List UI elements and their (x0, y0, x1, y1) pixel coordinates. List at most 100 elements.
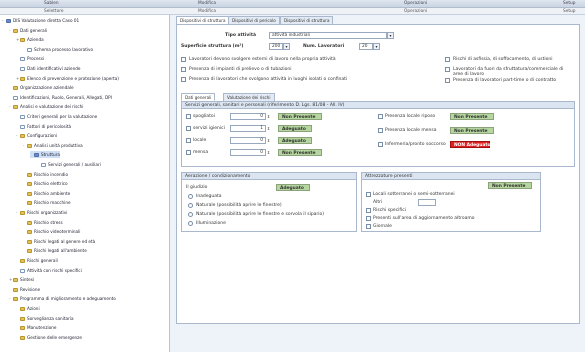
servizi-check-2[interactable] (186, 138, 191, 143)
stepper-icon[interactable]: ⇕ (266, 113, 271, 120)
check-isolati[interactable] (181, 77, 186, 82)
stepper-icon[interactable]: ⇕ (266, 149, 271, 156)
tree-item[interactable]: Dati identificativi aziende (16, 65, 80, 72)
tab-dispositivi-struttura-2[interactable]: Dispositivi di struttura (280, 16, 334, 24)
tree-item[interactable]: Rischio stress (23, 219, 63, 226)
aerazione-option-3[interactable] (188, 221, 193, 226)
check-asfissia[interactable] (445, 57, 450, 62)
tree-item-label: Sorveglianza sanitaria (27, 315, 74, 321)
tree-item[interactable]: Sorveglianza sanitaria (16, 315, 74, 322)
tree-item[interactable]: Servizi generali / ausiliari (37, 161, 101, 168)
tree-item[interactable]: Rischio videoterminali (23, 228, 80, 235)
tree-item[interactable]: + Azienda (16, 36, 44, 43)
attrezzature-check-0[interactable] (366, 192, 371, 197)
subtab-dati-generali[interactable]: Dati generali (181, 93, 216, 101)
servizi-count-3[interactable]: 0 (230, 149, 266, 156)
tree-item[interactable]: Processi (16, 55, 44, 62)
attrezzature-status: Non Presente (488, 182, 532, 189)
tree-item[interactable]: - Dati generali (9, 27, 47, 34)
tree-item[interactable]: Gestione delle emergenze (16, 334, 82, 341)
tree-item-label: Rischi generali (27, 258, 58, 263)
tab-dispositivi-struttura[interactable]: Dispositivi di struttura (176, 16, 230, 24)
right-label-0: Presenza locale riposo (385, 114, 436, 119)
tree-item-label: Sintesi (20, 277, 35, 283)
superficie-field[interactable]: 200 (269, 43, 283, 50)
tree-item[interactable]: Attività con rischi specifici (16, 267, 82, 274)
tree-item[interactable]: Fattori di pericolosità (16, 123, 71, 130)
tree-item-label: Programma di miglioramento e adeguamento (20, 296, 116, 302)
servizi-label-2: locale (193, 138, 207, 143)
ribbon-label-modifica[interactable]: Modifica (198, 1, 216, 6)
tree-item[interactable]: - Analisi e valutazione dei rischi (9, 103, 83, 110)
check-prelievo[interactable] (181, 67, 186, 72)
group-attrezzature: Attrezzature presenti Non Presente Local… (361, 172, 541, 232)
subtab-valutazione[interactable]: Valutazione dei rischi (223, 93, 275, 101)
check-part-time[interactable] (445, 78, 450, 83)
attrezzature-field[interactable] (418, 199, 436, 206)
right-status-2: NON Adeguato (450, 141, 490, 148)
tree-item[interactable]: - Programma di miglioramento e adeguament… (9, 295, 116, 302)
servizi-count-0[interactable]: 0 (230, 113, 266, 120)
tipo-attivita-field[interactable]: attività industriali (269, 32, 387, 39)
tree-item[interactable]: Manutenzione (16, 324, 57, 331)
num-lavoratori-dropdown-icon[interactable]: ▾ (373, 43, 380, 50)
tree-item[interactable]: Criteri generali per la valutazione (16, 113, 97, 120)
right-status-0: Non Presente (450, 113, 494, 120)
attrezzature-option-2: Rischi specifici (373, 208, 406, 213)
tree-item[interactable]: - Analisi unità produttiva (23, 142, 83, 149)
servizi-status-1: Adeguato (278, 125, 312, 132)
tree-item-label: Rischi legati al genere ed età (34, 238, 96, 244)
tree-item-label: Analisi unità produttiva (34, 142, 83, 148)
attrezzature-check-4[interactable] (366, 224, 371, 229)
document-icon (20, 124, 25, 129)
tree-item[interactable]: Rischio incendio (23, 171, 68, 178)
right-check-0[interactable] (378, 114, 383, 119)
tree-item[interactable]: Revisione (9, 286, 40, 293)
check-asfissia-label: Rischi di asfissia, di soffocamento, di … (453, 57, 553, 62)
aerazione-option-0[interactable] (188, 194, 193, 199)
stepper-icon[interactable]: ⇕ (266, 125, 271, 132)
tree-item[interactable]: Identificazioni, Ruolo, Generali, Allega… (9, 94, 112, 101)
servizi-count-1[interactable]: 1 (230, 125, 266, 132)
tree-item[interactable]: Azioni (16, 305, 40, 312)
tab-dispositivi-pericolo[interactable]: Dispositivi di pericolo (228, 16, 280, 24)
aerazione-option-1[interactable] (188, 203, 193, 208)
tree-item[interactable]: - Rischi organizzativi (16, 209, 67, 216)
tree-item[interactable]: Rischi legati al genere ed età (23, 238, 95, 245)
check-sfruttatura[interactable] (445, 67, 450, 72)
servizi-count-2[interactable]: 0 (230, 137, 266, 144)
tree-item[interactable]: Rischio macchine (23, 199, 71, 206)
stepper-icon[interactable]: ⇕ (266, 137, 271, 144)
tree-item[interactable]: Schema processo lavorativo (23, 46, 93, 53)
num-lavoratori-field[interactable]: 20 (359, 43, 373, 50)
tree-item[interactable]: Rischio ambiente (23, 190, 70, 197)
attrezzature-check-3[interactable] (366, 216, 371, 221)
tree-item[interactable]: Rischi generali (16, 257, 58, 264)
tree-item-label: Revisione (20, 286, 41, 292)
tree-item[interactable]: Rischio elettrico (23, 180, 68, 187)
tree-item[interactable]: Struttura (30, 151, 60, 159)
servizi-check-1[interactable] (186, 126, 191, 131)
tipo-attivita-dropdown-icon[interactable]: ▾ (387, 32, 394, 39)
right-check-2[interactable] (378, 142, 383, 147)
aerazione-option-2[interactable] (188, 212, 193, 217)
servizi-status-0: Non Presente (278, 113, 322, 120)
tree-item[interactable]: + Elenco di prevenzione e protezione (ape… (16, 75, 119, 82)
tree-item[interactable]: Organizzazione aziendale (9, 84, 74, 91)
tree-item-label: Azienda (27, 37, 44, 43)
check-esterni[interactable] (181, 57, 186, 62)
servizi-check-0[interactable] (186, 114, 191, 119)
ribbon-label-operazioni[interactable]: Operazioni (404, 1, 427, 6)
servizi-check-3[interactable] (186, 150, 191, 155)
tree-item-label: Manutenzione (27, 325, 57, 331)
attrezzature-check-2[interactable] (366, 208, 371, 213)
tree-item[interactable]: + Sintesi (9, 276, 34, 283)
tree-item[interactable]: - Configurazioni (16, 132, 57, 139)
tree-item[interactable]: - DIS Valutazione diretta Caso 01 (2, 17, 79, 24)
superficie-dropdown-icon[interactable]: ▾ (283, 43, 290, 50)
tree-item[interactable]: Rischi legati all'ambiente (23, 247, 87, 254)
attrezzature-option-4: Giornale (373, 224, 392, 229)
right-check-1[interactable] (378, 128, 383, 133)
ribbon-label-selector[interactable]: Sablen (44, 1, 59, 6)
ribbon-label-setup[interactable]: Setup (563, 1, 576, 6)
